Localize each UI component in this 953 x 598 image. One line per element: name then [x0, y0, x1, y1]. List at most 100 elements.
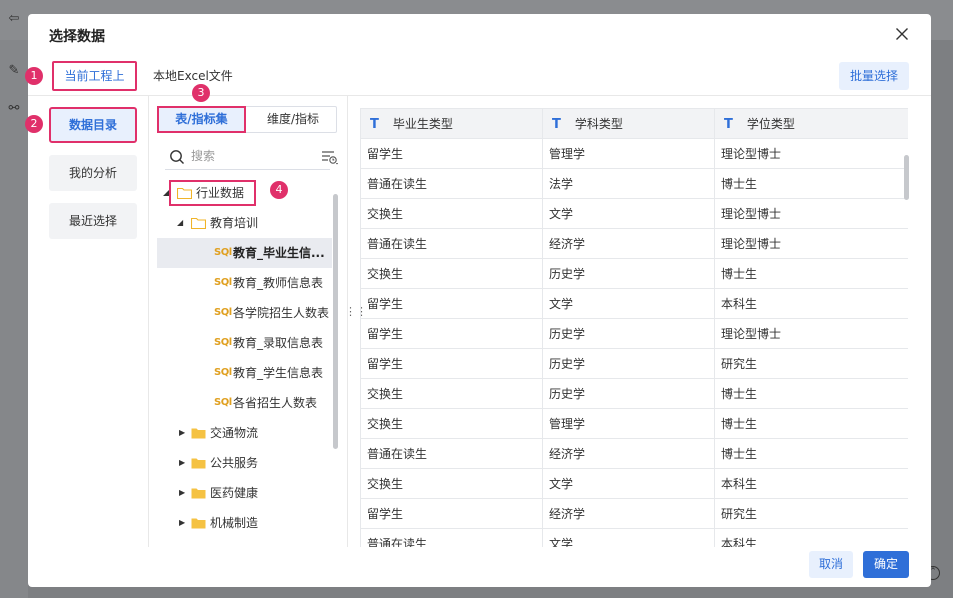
- close-icon: [896, 28, 908, 40]
- table-row[interactable]: 普通在读生 经济学 理论型博士: [360, 228, 908, 259]
- table-cell: 留学生: [360, 288, 543, 319]
- pane-splitter[interactable]: ⋮⋮: [345, 306, 367, 329]
- source-tabs: 当前工程上 本地Excel文件 批量选择: [28, 56, 931, 96]
- caret-right-icon[interactable]: ▶: [179, 508, 185, 538]
- dialog-footer: 取消 确定: [28, 547, 931, 587]
- table-cell: 研究生: [714, 498, 908, 529]
- edit-icon: ✎: [8, 63, 20, 78]
- table-row[interactable]: 普通在读生 文学 本科生: [360, 528, 908, 547]
- table-row[interactable]: 交换生 管理学 博士生: [360, 408, 908, 439]
- table-cell: 文学: [542, 198, 715, 229]
- table-cell: 留学生: [360, 318, 543, 349]
- callout-badge: 3: [192, 84, 210, 102]
- tree-node-table[interactable]: SQl 教育_教师信息表: [157, 268, 332, 298]
- table-cell: 博士生: [714, 408, 908, 439]
- table-row[interactable]: 留学生 经济学 研究生: [360, 498, 908, 529]
- tree-node-table[interactable]: SQl 各省招生人数表: [157, 388, 332, 418]
- nav-item-data-catalog[interactable]: 数据目录: [49, 107, 137, 143]
- tree-node-label: 教育_学生信息表: [233, 366, 324, 380]
- table-cell: 本科生: [714, 528, 908, 547]
- folder-icon: [191, 217, 206, 229]
- tree-pane: 表/指标集 维度/指标 ◢ 行业数据: [149, 96, 348, 547]
- table-cell: 留学生: [360, 498, 543, 529]
- tree-node-table[interactable]: SQl 教育_学生信息表: [157, 358, 332, 388]
- column-header[interactable]: T 学位类型: [714, 108, 908, 139]
- table-cell: 经济学: [542, 438, 715, 469]
- table-cell: 博士生: [714, 438, 908, 469]
- column-header-label: 毕业生类型: [392, 117, 453, 131]
- table-row[interactable]: 交换生 文学 本科生: [360, 468, 908, 499]
- table-row[interactable]: 交换生 文学 理论型博士: [360, 198, 908, 229]
- tab-dimension-metric[interactable]: 维度/指标: [248, 107, 338, 132]
- table-header-row: T 毕业生类型 T 学科类型 T 学位类型: [360, 108, 908, 139]
- table-cell: 历史学: [542, 318, 715, 349]
- search-input[interactable]: [191, 146, 291, 166]
- callout-badge: 4: [270, 181, 288, 199]
- filter-sort-icon[interactable]: [321, 150, 339, 166]
- column-header[interactable]: T 毕业生类型: [360, 108, 543, 139]
- caret-down-icon[interactable]: ◢: [177, 208, 183, 238]
- table-row[interactable]: 普通在读生 经济学 博士生: [360, 438, 908, 469]
- tab-table-metric-set[interactable]: 表/指标集: [157, 106, 246, 133]
- tree-node-folder[interactable]: ◢ 教育培训: [157, 208, 332, 238]
- tree-node-folder[interactable]: ◢ 行业数据: [157, 178, 332, 208]
- column-header-label: 学位类型: [746, 117, 795, 131]
- table-row[interactable]: 普通在读生 法学 博士生: [360, 168, 908, 199]
- tree-node-table[interactable]: SQl 各学院招生人数表: [157, 298, 332, 328]
- dialog-header: 选择数据: [28, 14, 931, 56]
- tree-scrollbar[interactable]: [333, 194, 338, 449]
- nav-item-recent[interactable]: 最近选择: [49, 203, 137, 239]
- tab-current-project[interactable]: 当前工程上: [52, 61, 137, 91]
- sql-table-icon: SQl: [214, 307, 232, 318]
- folder-icon: [191, 428, 206, 439]
- tree-node-table[interactable]: SQl 教育_毕业生信...: [157, 238, 332, 268]
- table-cell: 管理学: [542, 138, 715, 169]
- table-row[interactable]: 留学生 文学 本科生: [360, 288, 908, 319]
- tree-node-folder[interactable]: ▶ 交通物流: [157, 418, 332, 448]
- table-cell: 本科生: [714, 288, 908, 319]
- preview-grid: T 毕业生类型 T 学科类型 T 学位类型 留学生 管理学 理论型博士 普通在读生 法学 博士生…: [360, 108, 908, 547]
- tree-node-label: 机械制造: [210, 516, 259, 530]
- text-type-icon: T: [724, 117, 733, 132]
- text-type-icon: T: [552, 117, 561, 132]
- table-row[interactable]: 留学生 管理学 理论型博士: [360, 138, 908, 169]
- caret-right-icon[interactable]: ▶: [179, 448, 185, 478]
- tree-node-table[interactable]: SQl 教育_录取信息表: [157, 328, 332, 358]
- table-cell: 交换生: [360, 408, 543, 439]
- sql-table-icon: SQl: [214, 247, 232, 258]
- folder-icon: [191, 518, 206, 529]
- table-cell: 历史学: [542, 258, 715, 289]
- grid-scrollbar[interactable]: [904, 155, 909, 200]
- background-sidebar: ⇦ ✎ ⚯: [0, 11, 28, 598]
- tree-node-folder[interactable]: ▶ 机械制造: [157, 508, 332, 538]
- tree-node-folder[interactable]: ▶ 公共服务: [157, 448, 332, 478]
- table-cell: 文学: [542, 468, 715, 499]
- table-cell: 交换生: [360, 468, 543, 499]
- table-row[interactable]: 留学生 历史学 理论型博士: [360, 318, 908, 349]
- caret-right-icon[interactable]: ▶: [179, 478, 185, 508]
- tree-node-label: 公共服务: [210, 456, 259, 470]
- table-row[interactable]: 交换生 历史学 博士生: [360, 378, 908, 409]
- caret-right-icon[interactable]: ▶: [179, 418, 185, 448]
- select-data-dialog: 选择数据 当前工程上 本地Excel文件 批量选择 数据目录 我的分析 最近选择…: [28, 14, 931, 587]
- cancel-button[interactable]: 取消: [809, 551, 853, 578]
- confirm-button[interactable]: 确定: [863, 551, 909, 578]
- table-cell: 普通在读生: [360, 438, 543, 469]
- table-row[interactable]: 交换生 历史学 博士生: [360, 258, 908, 289]
- close-button[interactable]: [893, 25, 911, 43]
- table-row[interactable]: 留学生 历史学 研究生: [360, 348, 908, 379]
- column-header[interactable]: T 学科类型: [542, 108, 715, 139]
- sql-table-icon: SQl: [214, 367, 232, 378]
- table-body: 留学生 管理学 理论型博士 普通在读生 法学 博士生 交换生 文学 理论型博士 普通在读生 经济学理…: [360, 138, 908, 547]
- table-cell: 普通在读生: [360, 168, 543, 199]
- table-cell: 本科生: [714, 468, 908, 499]
- column-header-label: 学科类型: [574, 117, 623, 131]
- table-cell: 留学生: [360, 138, 543, 169]
- table-cell: 博士生: [714, 258, 908, 289]
- tree-node-folder[interactable]: ▶ 医药健康: [157, 478, 332, 508]
- sql-table-icon: SQl: [214, 277, 232, 288]
- table-cell: 交换生: [360, 378, 543, 409]
- nav-item-my-analysis[interactable]: 我的分析: [49, 155, 137, 191]
- tree-node-label: 教育培训: [210, 216, 259, 230]
- batch-select-button[interactable]: 批量选择: [838, 62, 909, 90]
